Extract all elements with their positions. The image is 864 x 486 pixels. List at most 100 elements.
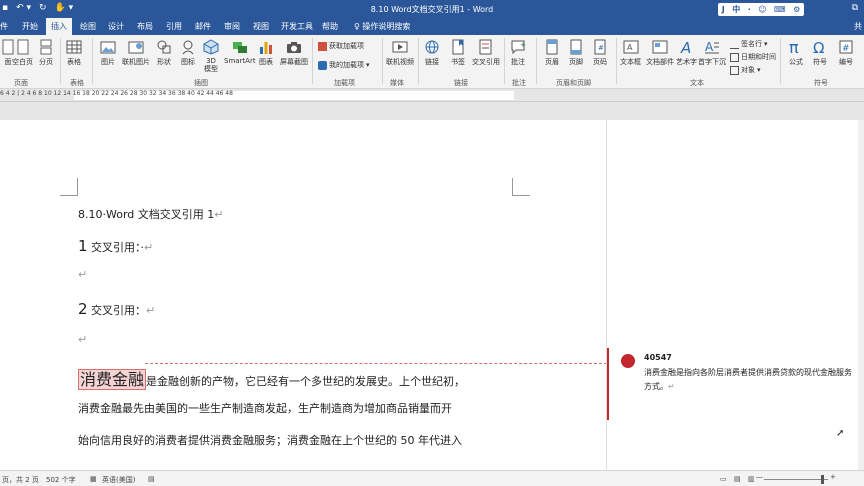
blank-page-button[interactable]: 空白页 — [12, 39, 33, 67]
share-button[interactable]: 共 — [854, 21, 862, 32]
tab-file[interactable]: 件 — [0, 21, 8, 32]
online-pictures-button[interactable]: 联机图片 — [122, 39, 150, 67]
commented-text[interactable]: 消费金融 — [78, 369, 147, 390]
3d-models-button[interactable]: 3D 模型 — [202, 39, 220, 73]
heading-2[interactable]: 2 交叉引用：↵ — [78, 300, 155, 318]
proofing-icon[interactable]: ▦ — [90, 475, 97, 483]
shapes-icon — [157, 40, 171, 54]
horizontal-ruler[interactable]: 6 4 2 | 2 4 6 8 10 12 14 16 18 20 22 24 … — [0, 89, 864, 102]
heading-1-number: 1 — [78, 237, 88, 255]
pictures-button[interactable]: 图片 — [100, 39, 116, 67]
tab-home[interactable]: 开始 — [22, 21, 38, 32]
svg-text:A: A — [680, 39, 691, 55]
online-picture-icon — [128, 41, 144, 54]
tab-draw[interactable]: 绘图 — [80, 21, 96, 32]
page-break-icon — [40, 39, 52, 55]
drop-cap-button[interactable]: A 首字下沉 — [698, 39, 726, 67]
empty-paragraph[interactable]: ↵ — [78, 268, 87, 281]
body-line-1-text: 是金融创新的产物，它已经有一个多世纪的发展史。上个世纪初， — [146, 375, 466, 388]
link-button[interactable]: 链接 — [424, 39, 440, 67]
page-count[interactable]: 页，共 2 页 — [2, 475, 39, 485]
header-button[interactable]: 页眉 — [544, 39, 560, 67]
group-label-text: 文本 — [690, 79, 704, 87]
ime-punct-icon[interactable]: · — [748, 5, 751, 14]
ime-logo-icon[interactable]: J — [722, 5, 725, 14]
cross-reference-button[interactable]: 交叉引用 — [472, 39, 500, 67]
zoom-out-button[interactable]: — — [756, 473, 763, 481]
comment-text[interactable]: 消费金融是指向各阶层消费者提供消费贷款的现代金融服务方式。↵ — [644, 366, 854, 394]
word-window: ▪ ↶ ▾ ↻ ✋ ▾ 8.10 Word文档交叉引用1 - Word J 中 … — [0, 0, 864, 486]
empty-paragraph[interactable]: ↵ — [78, 333, 87, 346]
restore-window-button[interactable]: ⧉ — [852, 3, 858, 13]
ime-toolbar[interactable]: J 中 · ☺ ⌨ ⚙ — [718, 3, 804, 16]
tab-developer[interactable]: 开发工具 — [281, 21, 313, 32]
picture-icon — [100, 41, 116, 54]
object-button[interactable]: 对象 ▾ — [730, 65, 761, 75]
quick-parts-button[interactable]: 文档部件 — [646, 39, 674, 67]
equation-button[interactable]: π 公式 — [788, 39, 804, 67]
smartart-button[interactable]: SmartArt — [224, 39, 256, 65]
date-time-button[interactable]: 日期和时间 — [730, 52, 776, 62]
body-line-1[interactable]: 消费金融 是金融创新的产物，它已经有一个多世纪的发展史。上个世纪初， — [78, 366, 465, 390]
document-page[interactable]: 8.10·Word 文档交叉引用 1↵ 1 交叉引用：·↵ ↵ 2 交叉引用：↵… — [0, 120, 607, 470]
comments-pane: 40547 消费金融是指向各阶层消费者提供消费贷款的现代金融服务方式。↵ — [606, 120, 858, 470]
symbol-button[interactable]: Ω 符号 — [812, 39, 828, 67]
cross-reference-icon — [479, 39, 492, 55]
comment-card[interactable]: 40547 消费金融是指向各阶层消费者提供消费贷款的现代金融服务方式。↵ — [607, 348, 859, 420]
language[interactable]: 英语(美国) — [102, 475, 135, 485]
word-count[interactable]: 502 个字 — [46, 475, 76, 485]
camera-icon — [287, 42, 301, 53]
tab-mailings[interactable]: 邮件 — [195, 21, 211, 32]
online-video-button[interactable]: 联机视频 — [386, 39, 414, 67]
tab-insert[interactable]: 插入 — [46, 18, 72, 35]
tab-layout[interactable]: 布局 — [137, 21, 153, 32]
zoom-in-button[interactable]: + — [830, 473, 836, 481]
read-mode-icon[interactable]: ▭ — [720, 475, 727, 483]
tab-review[interactable]: 审阅 — [224, 21, 240, 32]
document-title-line[interactable]: 8.10·Word 文档交叉引用 1↵ — [78, 206, 223, 222]
tab-design[interactable]: 设计 — [108, 21, 124, 32]
signature-icon — [730, 40, 739, 49]
header-icon — [546, 39, 558, 55]
chart-icon — [260, 42, 272, 54]
svg-text:π: π — [789, 39, 799, 55]
numbering-button[interactable]: # 编号 — [838, 39, 854, 67]
tab-help[interactable]: 帮助 — [322, 21, 338, 32]
zoom-slider-thumb[interactable] — [821, 475, 824, 484]
my-addins-button[interactable]: 我的加载项 ▾ — [318, 60, 370, 70]
screenshot-button[interactable]: 屏幕截图 — [280, 39, 308, 67]
ime-chinese-mode[interactable]: 中 — [732, 4, 740, 15]
print-layout-icon[interactable]: ▤ — [734, 475, 741, 483]
heading-1[interactable]: 1 交叉引用：·↵ — [78, 237, 153, 255]
body-line-3[interactable]: 始向信用良好的消费者提供消费金融服务；消费金融在上个世纪的 50 年代进入 — [78, 432, 462, 448]
text-box-button[interactable]: A 文本框 — [620, 39, 641, 67]
ime-keyboard-icon[interactable]: ⌨ — [774, 5, 786, 14]
tab-view[interactable]: 视图 — [253, 21, 269, 32]
tell-me-search[interactable]: ♀ 操作说明搜索 — [354, 21, 410, 32]
cube-icon — [203, 39, 219, 55]
new-comment-button[interactable]: + 批注 — [510, 39, 526, 67]
signature-line-button[interactable]: 签名行 ▾ — [730, 39, 768, 49]
page-number-button[interactable]: # 页码 — [592, 39, 608, 67]
wordart-button[interactable]: A 艺术字 — [676, 39, 697, 67]
ime-settings-icon[interactable]: ⚙ — [793, 5, 800, 14]
macro-record-icon[interactable]: ▤ — [148, 475, 155, 483]
svg-text:A: A — [627, 43, 633, 52]
bookmark-button[interactable]: 书签 — [450, 39, 466, 67]
ime-emoji-icon[interactable]: ☺ — [758, 5, 766, 14]
avatar — [621, 354, 635, 368]
zoom-slider[interactable] — [764, 479, 828, 480]
vertical-scrollbar[interactable] — [858, 120, 864, 470]
shapes-button[interactable]: 形状 — [156, 39, 172, 67]
web-layout-icon[interactable]: ▥ — [748, 475, 755, 483]
page-break-button[interactable]: 分页 — [38, 39, 54, 67]
tab-references[interactable]: 引用 — [166, 21, 182, 32]
chart-button[interactable]: 图表 — [258, 39, 274, 67]
footer-button[interactable]: 页脚 — [568, 39, 584, 67]
icons-button[interactable]: 图标 — [180, 39, 196, 67]
heading-2-number: 2 — [78, 300, 88, 318]
get-addins-button[interactable]: 获取加载项 — [318, 41, 364, 51]
addin-icon — [318, 60, 327, 70]
table-button[interactable]: 表格 — [66, 39, 82, 67]
body-line-2[interactable]: 消费金融最先由美国的一些生产制造商发起，生产制造商为增加商品销量而开 — [78, 400, 452, 416]
